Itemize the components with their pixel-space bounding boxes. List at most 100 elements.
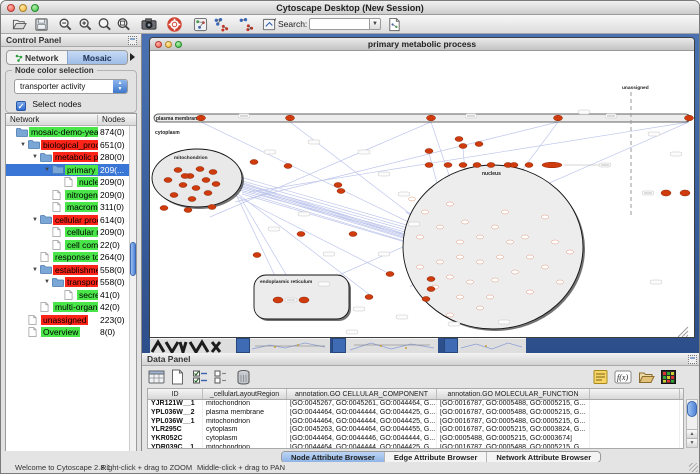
select-attributes-icon[interactable]	[148, 369, 165, 385]
tree-row[interactable]: ▼primary metabo209(...	[6, 164, 129, 177]
unassigned-nodes[interactable]	[661, 190, 690, 196]
help-icon[interactable]	[167, 17, 182, 32]
column-header[interactable]	[590, 389, 680, 399]
new-attribute-icon[interactable]	[170, 369, 187, 385]
zoom-in-icon[interactable]	[78, 17, 93, 32]
view-resize-grip[interactable]	[678, 327, 688, 337]
tree-row[interactable]: ▼biological_process651(0)	[6, 139, 129, 152]
node-color-select[interactable]: transporter activity ▲▼	[14, 79, 128, 94]
background-window-edge[interactable]	[332, 338, 346, 353]
zoom-selected-icon[interactable]	[97, 17, 112, 32]
tree-column-network[interactable]: Network	[10, 114, 39, 126]
tree-row[interactable]: ▼transport558(0)	[6, 276, 129, 289]
table-row[interactable]: YKR052Ccytoplasm[GO:0044464, GO:0044446,…	[148, 435, 683, 444]
zoom-view-icon[interactable]	[175, 41, 182, 48]
scroll-down-icon[interactable]: ▼	[687, 438, 697, 447]
tab-network-attribute-browser[interactable]: Network Attribute Browser	[486, 452, 600, 462]
tree-row[interactable]: ▼cell communicat22(0)	[6, 239, 129, 252]
nucleus-rim-nodes[interactable]	[425, 162, 562, 168]
window-resize-grip[interactable]	[689, 463, 698, 472]
open-vizmapper-icon[interactable]	[262, 17, 277, 32]
disclosure-triangle-icon[interactable]: ▼	[32, 216, 40, 224]
close-view-icon[interactable]	[155, 41, 162, 48]
float-panel-icon[interactable]	[688, 355, 697, 364]
background-window-edge[interactable]	[444, 338, 458, 353]
tree-row[interactable]: ▼unassigned223(0)	[6, 314, 129, 327]
save-session-icon[interactable]	[34, 17, 49, 32]
column-header[interactable]: annotation.GO CELLULAR_COMPONENT	[287, 389, 437, 399]
disclosure-triangle-icon[interactable]: ▼	[44, 166, 52, 174]
disclosure-triangle-icon[interactable]: ▼	[32, 266, 40, 274]
disclosure-triangle-icon[interactable]: ▼	[44, 278, 52, 286]
minimize-window-icon[interactable]	[19, 4, 27, 12]
attribute-checklist-icon[interactable]	[192, 369, 209, 385]
import-attributes-icon[interactable]	[638, 369, 655, 385]
table-row[interactable]: YPL036W__1mitochondrion[GO:0044464, GO:0…	[148, 418, 683, 427]
tree-column-nodes[interactable]: Nodes	[102, 114, 125, 126]
file-icon	[52, 240, 65, 250]
function-builder-icon[interactable]: f(x)	[614, 369, 631, 385]
tab-network[interactable]: Network	[7, 51, 67, 64]
tree-row[interactable]: ▼macromolecule311(0)	[6, 201, 129, 214]
disclosure-triangle-icon[interactable]: ▼	[20, 141, 28, 149]
snapshot-icon[interactable]	[141, 17, 156, 32]
show-network-overview-icon[interactable]	[193, 17, 208, 32]
network-window-titlebar[interactable]: primary metabolic process	[150, 38, 694, 51]
combo-stepper-icon[interactable]: ▲▼	[113, 80, 127, 93]
zoom-out-icon[interactable]	[58, 17, 73, 32]
show-all-icon[interactable]	[238, 17, 253, 32]
column-header[interactable]: _cellularLayoutRegion	[203, 389, 287, 399]
background-window-sliver[interactable]	[250, 338, 330, 353]
column-divider[interactable]	[97, 115, 98, 124]
tree-row[interactable]: ▼mosaic-demo-yeast874(0)	[6, 126, 129, 139]
open-session-icon[interactable]	[12, 17, 27, 32]
search-input[interactable]	[309, 18, 369, 30]
tree-row[interactable]: ▼cellular process614(0)	[6, 214, 129, 227]
attribute-list-icon[interactable]	[592, 369, 609, 385]
tree-row[interactable]: ▼nitrogen compo209(0)	[6, 189, 129, 202]
select-nodes-checkbox[interactable]: ✓	[16, 101, 26, 111]
matrix-view-icon[interactable]	[660, 369, 677, 385]
tree-row[interactable]: ▼multi-organism pro42(0)	[6, 301, 129, 314]
table-scrollbar[interactable]: ▲ ▼	[686, 399, 698, 448]
network-canvas[interactable]: nucleus plasma membrane cytoplasm mitoch…	[150, 52, 694, 337]
table-row[interactable]: YPL036W__2plasma membrane[GO:0044464, GO…	[148, 409, 683, 418]
zoom-fit-icon[interactable]	[116, 17, 131, 32]
tab-edge-attribute-browser[interactable]: Edge Attribute Browser	[384, 452, 486, 462]
search-dropdown-icon[interactable]: ▼	[369, 18, 381, 30]
tree-row[interactable]: ▼Overview8(0)	[6, 326, 129, 339]
data-panel-title: Data Panel	[147, 354, 190, 364]
tree-row[interactable]: ▼cellular metabo209(0)	[6, 226, 129, 239]
zoom-window-icon[interactable]	[31, 4, 39, 12]
nucleus-compartment[interactable]	[403, 165, 583, 329]
background-window-sliver[interactable]	[150, 338, 236, 353]
tab-mosaic[interactable]: Mosaic	[67, 51, 128, 64]
tree-row[interactable]: ▼secretion41(0)	[6, 289, 129, 302]
column-header[interactable]: annotation.GO MOLECULAR_FUNCTION	[437, 389, 590, 399]
scroll-up-icon[interactable]: ▲	[687, 429, 697, 438]
table-row[interactable]: YDR039C__1mitochondrion[GO:0044464, GO:0…	[148, 444, 683, 449]
minimize-view-icon[interactable]	[165, 41, 172, 48]
attribute-boxes-icon[interactable]	[213, 369, 230, 385]
hide-selected-icon[interactable]	[213, 17, 228, 32]
float-panel-icon[interactable]	[128, 36, 137, 45]
table-row[interactable]: YLR295Ccytoplasm[GO:0045263, GO:0044464,…	[148, 426, 683, 435]
background-window-sliver[interactable]	[458, 338, 526, 353]
column-header[interactable]: ID	[148, 389, 203, 399]
delete-attribute-icon[interactable]	[236, 369, 253, 385]
tree-scrollbar[interactable]	[129, 126, 136, 457]
background-window-edge[interactable]	[236, 338, 250, 353]
tree-scrollbar-thumb[interactable]	[130, 242, 136, 276]
background-window-sliver[interactable]	[346, 338, 438, 353]
more-tabs-icon[interactable]	[130, 53, 135, 61]
disclosure-triangle-icon[interactable]: ▼	[32, 153, 40, 161]
tree-row[interactable]: ▼establishment of lo558(0)	[6, 264, 129, 277]
tree-row[interactable]: ▼metabolic process280(0)	[6, 151, 129, 164]
tree-row[interactable]: ▼response to stimulu264(0)	[6, 251, 129, 264]
tab-node-attribute-browser[interactable]: Node Attribute Browser	[282, 452, 384, 462]
table-row[interactable]: YJR121W__1mitochondrion[GO:0045267, GO:0…	[148, 400, 683, 409]
import-network-icon[interactable]	[387, 17, 402, 32]
tree-row[interactable]: ▼nucleobase-209(0)	[6, 176, 129, 189]
table-scrollbar-thumb[interactable]	[687, 401, 697, 417]
close-window-icon[interactable]	[7, 4, 15, 12]
